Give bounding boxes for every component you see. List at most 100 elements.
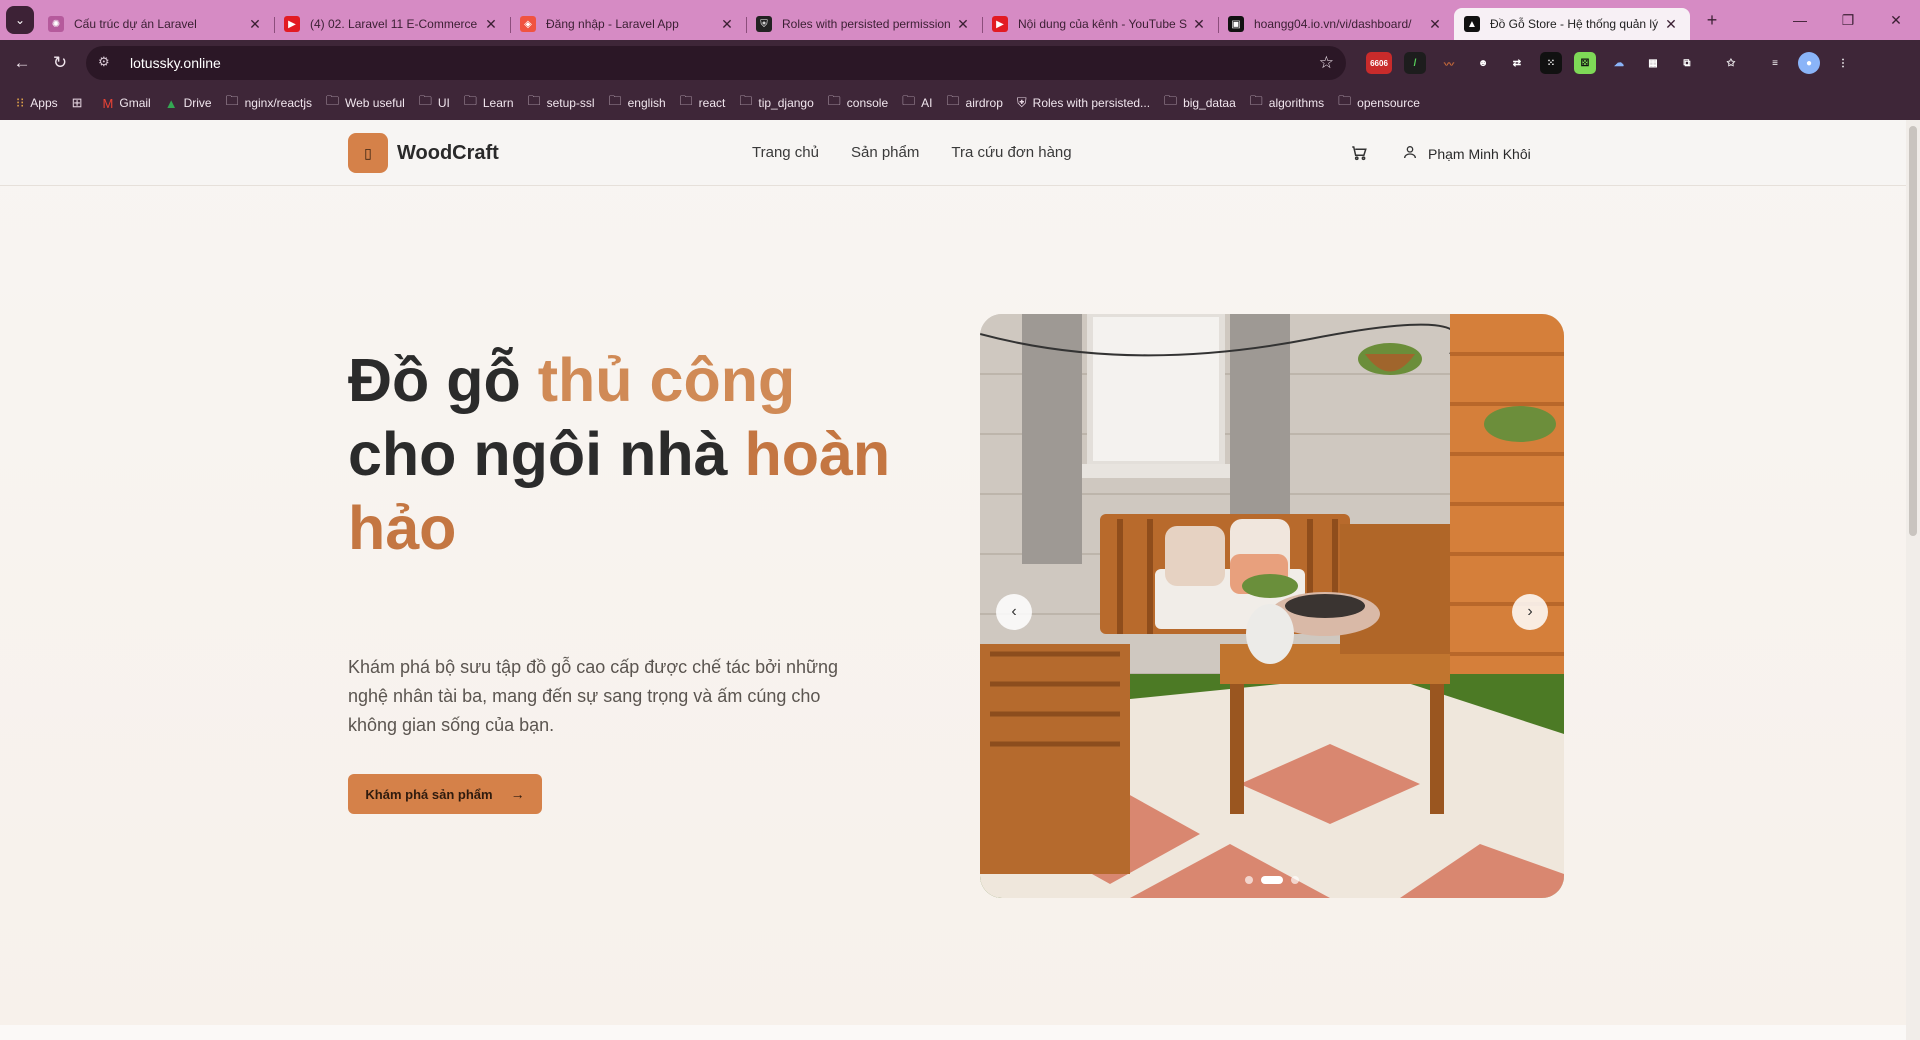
media-controls-icon[interactable]: ≡ [1764,52,1786,74]
cart-icon[interactable] [1350,144,1368,167]
close-tab-icon[interactable]: ✕ [954,16,972,33]
grid-extension-icon[interactable]: ⁙ [1540,52,1562,74]
youtube-icon: ▶ [284,16,300,32]
close-tab-icon[interactable]: ✕ [1426,16,1444,33]
bookmark-folder[interactable]: 🗀 english [609,92,666,114]
profile-avatar-icon[interactable]: ● [1798,52,1820,74]
carousel-dot[interactable] [1245,876,1253,884]
back-icon[interactable]: ← [6,47,38,79]
browser-tab-active[interactable]: ▲ Đồ Gỗ Store - Hệ thống quản lý ✕ [1454,8,1690,40]
carousel-dot[interactable] [1291,876,1299,884]
bookmark-folder[interactable]: 🗀 algorithms [1250,92,1324,114]
next-section-edge [0,1025,1906,1040]
close-tab-icon[interactable]: ✕ [246,16,264,33]
terminal-extension-icon[interactable]: / [1404,52,1426,74]
bookmark-label: UI [437,96,450,110]
carousel-dot-active[interactable] [1261,876,1283,884]
bookmark-folder[interactable]: 🗀 console [828,92,888,114]
tab-title: Đăng nhập - Laravel App [546,17,679,31]
browser-tab[interactable]: ⛨ Roles with persisted permission ✕ [746,8,982,40]
folder-icon: 🗀 [679,93,693,108]
close-tab-icon[interactable]: ✕ [1190,16,1208,33]
bookmark-label: nginx/reactjs [244,96,312,110]
folder-icon: 🗀 [463,93,477,108]
nav-home[interactable]: Trang chủ [752,144,819,161]
hero-title-text: Đồ gỗ [348,346,538,414]
close-window-icon[interactable]: ✕ [1872,0,1920,40]
bookmark-folder[interactable]: 🗀 tip_django [739,92,813,114]
wave-extension-icon[interactable]: 〰 [1438,52,1460,74]
bookmark-star-icon[interactable]: ☆ [1319,53,1334,73]
address-bar[interactable]: ⚙ lotussky.online ☆ [86,46,1346,80]
puzzle-extensions-icon[interactable]: ⧉ [1676,52,1698,74]
close-tab-icon[interactable]: ✕ [1662,16,1680,33]
bookmark-folder[interactable]: 🗀 setup-ssl [528,92,595,114]
close-tab-icon[interactable]: ✕ [482,16,500,33]
calendar-extension-icon[interactable]: ▦ [1642,52,1664,74]
bookmarks-bar: ⁝⁝ Apps ⊞ M Gmail ▲ Drive 🗀 nginx/reactjs 🗀 W… [0,86,1920,120]
folder-icon: 🗀 [527,93,541,108]
browser-tab[interactable]: ◈ Đăng nhập - Laravel App ✕ [510,8,746,40]
face-extension-icon[interactable]: ☻ [1472,52,1494,74]
explore-products-button[interactable]: Khám phá sản phẩm → [348,774,542,814]
reload-icon[interactable]: ↻ [44,47,76,79]
bookmark-folder[interactable]: 🗀 UI [419,92,450,114]
browser-tab[interactable]: ▶ Nội dung của kênh - YouTube S ✕ [982,8,1218,40]
nav-products[interactable]: Sản phẩm [851,144,919,161]
folder-icon: 🗀 [418,93,432,108]
restore-icon[interactable]: ❐ [1824,0,1872,40]
logo-icon: ▯ [348,133,388,173]
browser-tab[interactable]: ▣ hoangg04.io.vn/vi/dashboard/ ✕ [1218,8,1454,40]
bookmark-folder[interactable]: 🗀 AI [902,92,932,114]
extensions-bar: 6606 / 〰 ☻ ⇄ ⁙ ⚄ ☁ ▦ ⧉ ✩ ≡ ● ⋮ [1360,52,1860,74]
site-info-icon[interactable]: ⚙ [98,54,116,72]
folder-icon: 🗀 [1249,93,1263,108]
bookmark-folder[interactable]: 🗀 opensource [1338,92,1420,114]
extension-badge-icon[interactable]: 6606 [1366,52,1392,74]
arrow-right-icon: → [510,786,525,802]
openai-icon: ✺ [48,16,64,32]
bookmark-folder[interactable]: 🗀 big_dataa [1164,92,1236,114]
bookmark-folder[interactable]: 🗀 Learn [464,92,514,114]
browser-tab-strip: ⌄ ✺ Cấu trúc dự án Laravel ✕ ▶ (4) 02. L… [0,0,1920,40]
tab-title: Cấu trúc dự án Laravel [74,17,197,31]
carousel-next-button[interactable]: › [1512,594,1548,630]
hero-description: Khám phá bộ sưu tập đồ gỗ cao cấp được c… [348,657,839,735]
swap-extension-icon[interactable]: ⇄ [1506,52,1528,74]
browser-tab[interactable]: ✺ Cấu trúc dự án Laravel ✕ [38,8,274,40]
page-scrollbar[interactable] [1906,120,1920,1040]
nav-order-lookup[interactable]: Tra cứu đơn hàng [951,144,1071,161]
bookmark-apps[interactable]: ⁝⁝ Apps [16,95,58,111]
bookmark-drive[interactable]: ▲ Drive [165,96,212,111]
shield-icon: ⛨ [1016,95,1027,110]
tab-title: Roles with persisted permission [782,17,951,31]
web-page: ▯ WoodCraft Trang chủ Sản phẩm Tra cứu đ… [0,120,1920,1040]
cloud-extension-icon[interactable]: ☁ [1608,52,1630,74]
bookmark-folder[interactable]: 🗀 airdrop [947,92,1003,114]
url-text: lotussky.online [130,55,221,71]
brand-name: WoodCraft [397,141,499,164]
gmail-icon: M [102,95,114,111]
bookmarks-star-icon[interactable]: ✩ [1720,52,1742,74]
site-logo[interactable]: ▯ WoodCraft [348,133,499,173]
bookmark-folder[interactable]: 🗀 react [680,92,726,114]
main-nav: Trang chủ Sản phẩm Tra cứu đơn hàng [752,144,1104,161]
bookmark-link[interactable]: ⛨ Roles with persisted... [1017,95,1150,111]
hero-title-accent: hảo [348,494,457,562]
bookmark-folder[interactable]: 🗀 nginx/reactjs [226,92,312,114]
bookmark-tabgroups[interactable]: ⊞ [72,95,89,111]
menu-icon[interactable]: ⋮ [1832,52,1854,74]
user-menu[interactable]: Phạm Minh Khôi [1402,144,1531,163]
new-tab-button[interactable]: + [1698,6,1726,34]
tab-groups-icon: ⊞ [71,95,83,110]
tab-title: (4) 02. Laravel 11 E-Commerce [310,17,478,31]
minimize-icon[interactable]: — [1776,0,1824,40]
bookmark-gmail[interactable]: M Gmail [103,96,151,111]
tab-search-button[interactable]: ⌄ [6,6,34,34]
scrollbar-thumb[interactable] [1909,126,1917,536]
close-tab-icon[interactable]: ✕ [718,16,736,33]
carousel-prev-button[interactable]: ‹ [996,594,1032,630]
bookmark-folder[interactable]: 🗀 Web useful [326,92,405,114]
dice-extension-icon[interactable]: ⚄ [1574,52,1596,74]
browser-tab[interactable]: ▶ (4) 02. Laravel 11 E-Commerce ✕ [274,8,510,40]
